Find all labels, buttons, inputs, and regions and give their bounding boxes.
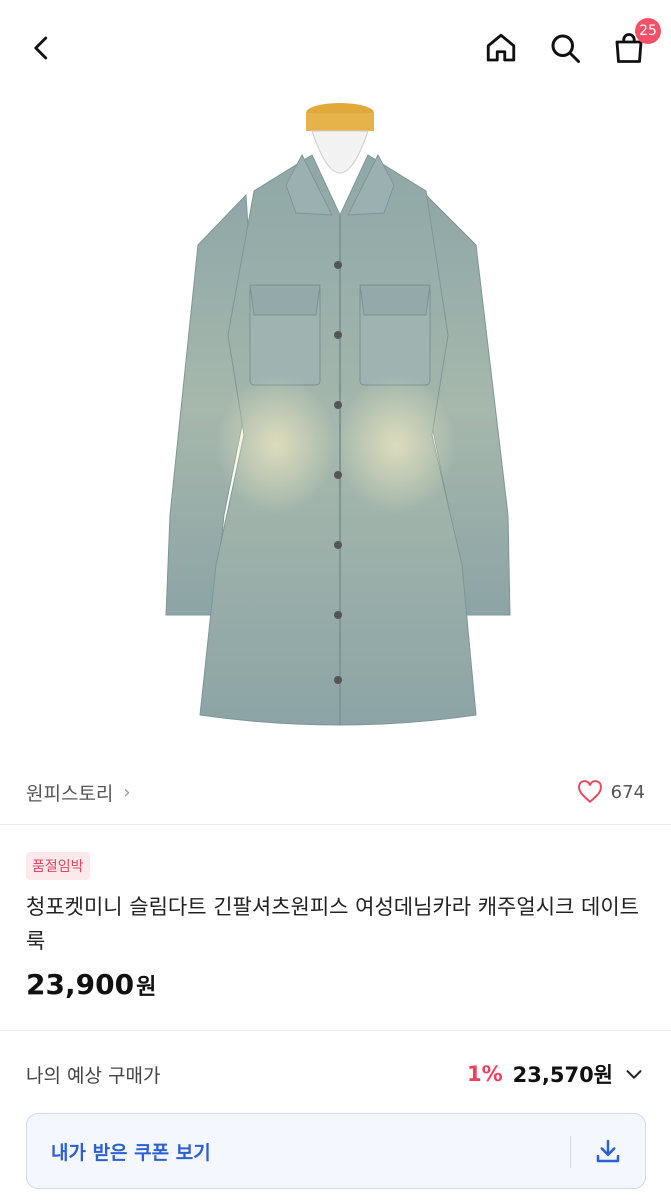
back-button[interactable] <box>22 28 62 68</box>
chevron-right-icon: › <box>123 781 131 803</box>
cart-count-badge: 25 <box>635 18 661 44</box>
chevron-left-icon <box>34 36 48 60</box>
top-bar: 25 <box>0 0 671 96</box>
like-count: 674 <box>610 781 645 803</box>
home-icon <box>486 33 516 62</box>
product-title: 청포켓미니 슬림다트 긴팔셔츠원피스 여성데님카라 캐주얼시크 데이트룩 <box>26 895 639 953</box>
heart-icon <box>577 780 602 804</box>
product-price: 23,900 원 <box>26 968 156 1001</box>
store-name: 원피스토리 <box>26 782 114 805</box>
coupon-divider <box>570 1136 571 1168</box>
divider <box>0 824 671 825</box>
search-icon <box>551 34 580 63</box>
search-button[interactable] <box>545 28 585 68</box>
soldout-imminent-badge: 품절임박 <box>26 852 90 880</box>
like-button[interactable]: 674 <box>577 780 645 804</box>
store-row: 원피스토리 › 674 <box>0 770 671 814</box>
discount-rate: 1% <box>466 1062 503 1086</box>
price-unit: 원 <box>136 975 157 1000</box>
home-button[interactable] <box>481 28 521 68</box>
chevron-down-icon <box>626 1070 642 1079</box>
cart-button[interactable]: 25 <box>609 18 661 68</box>
store-link[interactable]: 원피스토리 › <box>26 779 131 806</box>
expected-price-row[interactable]: 나의 예상 구매가 1% 23,570원 <box>0 1052 671 1096</box>
coupon-label: 내가 받은 쿠폰 보기 <box>51 1141 211 1164</box>
product-image[interactable] <box>0 90 671 760</box>
download-icon[interactable] <box>593 1136 623 1166</box>
expected-price-label: 나의 예상 구매가 <box>26 1064 161 1087</box>
expected-price-value: 23,570원 <box>512 1063 613 1087</box>
price-value: 23,900 <box>26 968 135 1001</box>
view-coupons-button[interactable]: 내가 받은 쿠폰 보기 <box>26 1113 646 1189</box>
divider <box>0 1030 671 1031</box>
dress-illustration <box>164 103 511 726</box>
expected-price-summary: 1% 23,570원 <box>467 1059 645 1089</box>
